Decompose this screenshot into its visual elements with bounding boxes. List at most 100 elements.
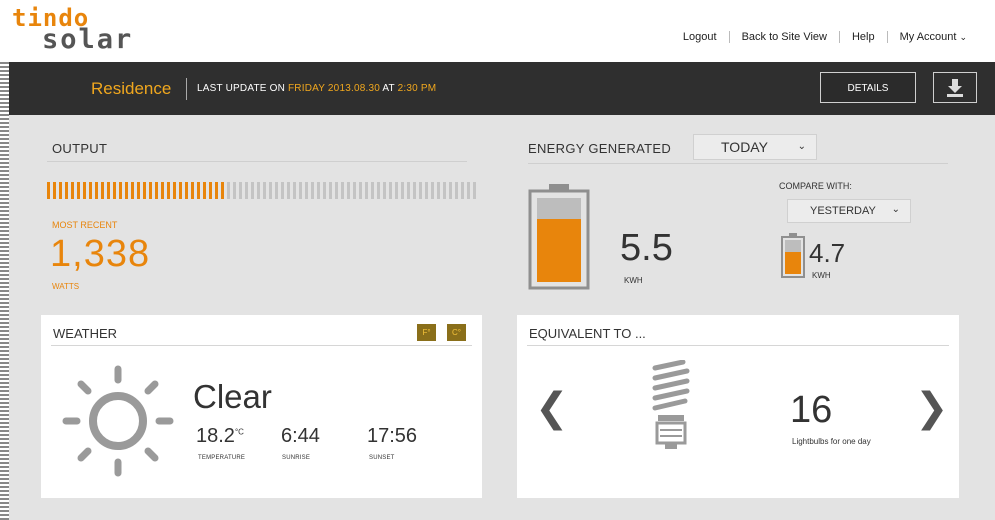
my-account-menu[interactable]: My Account ⌄	[886, 31, 979, 43]
sunrise-value: 6:44	[281, 425, 320, 447]
compare-unit: KWH	[812, 271, 831, 280]
tindo-solar-logo[interactable]: tindo solar	[12, 6, 133, 53]
output-meter-segment	[125, 182, 128, 199]
output-meter-segment	[65, 182, 68, 199]
energy-unit: KWH	[624, 276, 643, 285]
equivalent-title: EQUIVALENT TO ...	[529, 326, 646, 341]
output-meter-segment	[155, 182, 158, 199]
output-meter-segment	[317, 182, 320, 199]
my-account-label: My Account	[899, 31, 957, 43]
most-recent-label: MOST RECENT	[52, 220, 118, 230]
compare-period-value: YESTERDAY	[810, 205, 876, 217]
period-select[interactable]: TODAY ⌄	[693, 134, 817, 160]
output-meter-segment	[119, 182, 122, 199]
lightbulb-icon	[652, 360, 690, 449]
output-meter-segment	[299, 182, 302, 199]
output-meter-segment	[167, 182, 170, 199]
energy-divider	[528, 163, 948, 164]
output-meter-segment	[269, 182, 272, 199]
output-meter-segment	[467, 182, 470, 199]
download-button[interactable]	[933, 72, 977, 103]
last-update-text: LAST UPDATE ON FRIDAY 2013.08.30 AT 2:30…	[197, 83, 436, 94]
weather-title: WEATHER	[53, 326, 118, 341]
output-divider	[47, 161, 467, 162]
help-link[interactable]: Help	[838, 31, 887, 43]
output-meter-segment	[179, 182, 182, 199]
weather-divider	[51, 345, 472, 346]
fahrenheit-toggle[interactable]: F°	[417, 324, 436, 341]
output-meter-segment	[209, 182, 212, 199]
output-meter-segment	[77, 182, 80, 199]
details-button[interactable]: DETAILS	[820, 72, 916, 103]
compare-with-label: COMPARE WITH:	[779, 181, 852, 191]
chevron-down-icon: ⌄	[959, 32, 967, 42]
output-meter-segment	[137, 182, 140, 199]
output-meter-segment	[371, 182, 374, 199]
temperature-number: 18.2	[196, 425, 235, 447]
output-meter-segment	[215, 182, 218, 199]
output-meter-segment	[239, 182, 242, 199]
previous-arrow-icon[interactable]: ❮	[535, 385, 569, 431]
output-meter-segment	[263, 182, 266, 199]
output-meter-segment	[173, 182, 176, 199]
last-update-prefix: LAST UPDATE ON	[197, 83, 286, 94]
energy-battery-icon	[528, 184, 590, 290]
output-meter-segment	[425, 182, 428, 199]
output-meter-segment	[431, 182, 434, 199]
equivalent-value: 16	[790, 389, 833, 431]
site-name: Residence	[91, 79, 172, 98]
dashboard-panel: OUTPUT MOST RECENT 1,338 WATTS ENERGY GE…	[9, 115, 995, 520]
output-meter-segment	[395, 182, 398, 199]
download-icon	[947, 79, 963, 97]
compare-battery-icon	[781, 233, 805, 278]
output-meter-segment	[113, 182, 116, 199]
celsius-toggle[interactable]: C°	[447, 324, 466, 341]
weather-card: WEATHER F° C° Clear 18.2°C TEMPERATURE 6…	[41, 315, 482, 498]
output-level-meter	[47, 182, 479, 199]
output-meter-segment	[365, 182, 368, 199]
output-meter-segment	[185, 182, 188, 199]
output-meter-segment	[221, 182, 224, 199]
equivalent-label: Lightbulbs for one day	[792, 437, 871, 446]
output-meter-segment	[83, 182, 86, 199]
next-arrow-icon[interactable]: ❯	[915, 385, 949, 431]
output-meter-segment	[53, 182, 56, 199]
back-to-site-view-link[interactable]: Back to Site View	[728, 31, 839, 43]
chevron-down-icon: ⌄	[797, 141, 806, 152]
output-meter-segment	[293, 182, 296, 199]
output-meter-segment	[383, 182, 386, 199]
output-meter-segment	[131, 182, 134, 199]
output-meter-segment	[353, 182, 356, 199]
compare-period-select[interactable]: YESTERDAY ⌄	[787, 199, 911, 223]
temperature-label: TEMPERATURE	[198, 455, 246, 461]
output-meter-segment	[335, 182, 338, 199]
sunset-label: SUNSET	[369, 455, 395, 461]
output-meter-segment	[251, 182, 254, 199]
output-meter-segment	[191, 182, 194, 199]
last-update-at: AT	[382, 83, 395, 94]
output-unit: WATTS	[52, 282, 80, 291]
output-meter-segment	[311, 182, 314, 199]
period-value: TODAY	[721, 139, 768, 155]
sunset-value: 17:56	[367, 425, 418, 447]
output-meter-segment	[287, 182, 290, 199]
output-meter-segment	[419, 182, 422, 199]
output-meter-segment	[473, 182, 476, 199]
output-meter-segment	[59, 182, 62, 199]
output-meter-segment	[245, 182, 248, 199]
status-bar: Residence LAST UPDATE ON FRIDAY 2013.08.…	[9, 62, 995, 115]
output-meter-segment	[401, 182, 404, 199]
output-meter-segment	[323, 182, 326, 199]
temperature-unit: °C	[234, 427, 244, 437]
weather-condition: Clear	[193, 378, 272, 415]
output-meter-segment	[389, 182, 392, 199]
output-meter-segment	[107, 182, 110, 199]
output-meter-segment	[95, 182, 98, 199]
output-meter-segment	[161, 182, 164, 199]
output-meter-segment	[197, 182, 200, 199]
output-meter-segment	[377, 182, 380, 199]
logout-link[interactable]: Logout	[671, 31, 729, 43]
output-meter-segment	[101, 182, 104, 199]
output-meter-segment	[413, 182, 416, 199]
output-meter-segment	[227, 182, 230, 199]
